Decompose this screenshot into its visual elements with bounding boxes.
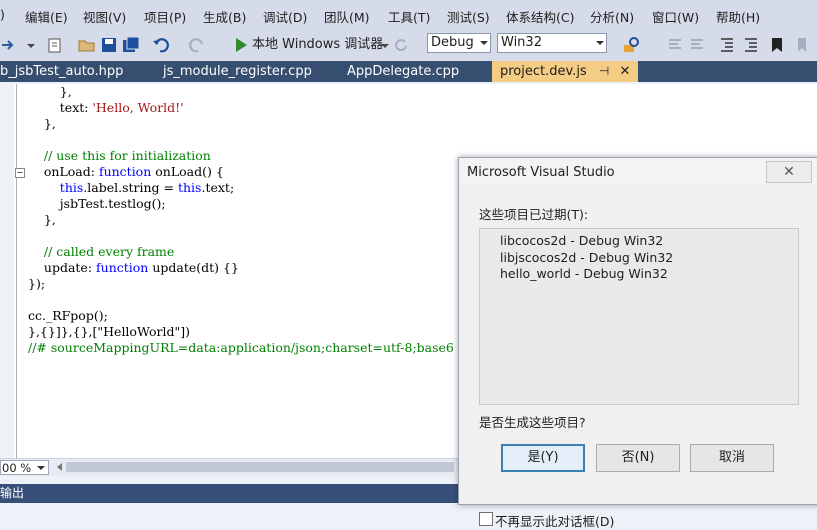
cancel-button[interactable]: 取消	[690, 444, 774, 472]
output-label: 输出	[0, 486, 25, 500]
code-line: },	[28, 84, 72, 99]
menu-item-tools[interactable]: 工具(T)	[388, 7, 430, 26]
dont-show-checkbox[interactable]	[479, 512, 493, 526]
dialog-close-button[interactable]: ✕	[766, 161, 812, 183]
code-line: cc._RFpop();	[28, 308, 108, 323]
toolbar: 本地 Windows 调试器 Debug Win32	[0, 29, 817, 62]
save-all-icon[interactable]	[122, 36, 140, 54]
outline-guide	[16, 84, 17, 458]
tab-js-module-register-cpp[interactable]: js_module_register.cpp	[163, 61, 312, 82]
menu-item-team[interactable]: 团队(M)	[324, 7, 370, 26]
decrease-indent-icon[interactable]	[718, 36, 736, 54]
code-line: this.label.string = this.text;	[59, 180, 235, 195]
tab-jsbtest-auto-hpp[interactable]: b_jsbTest_auto.hpp	[0, 61, 123, 82]
code-line: onLoad: function onLoad() {	[28, 164, 224, 179]
menu-item-partial[interactable]: )	[0, 7, 5, 22]
yes-button[interactable]: 是(Y)	[501, 444, 585, 472]
prev-bookmark-icon[interactable]	[792, 36, 810, 54]
increase-indent-icon[interactable]	[742, 36, 760, 54]
list-item[interactable]: libjscocos2d - Debug Win32	[500, 250, 673, 265]
zoom-select[interactable]: 00 %	[0, 460, 49, 475]
menu-item-project[interactable]: 项目(P)	[144, 7, 186, 26]
code-line: },	[28, 212, 56, 227]
no-button[interactable]: 否(N)	[596, 444, 680, 472]
menu-item-view[interactable]: 视图(V)	[83, 7, 126, 26]
code-line: // called every frame	[28, 244, 175, 259]
code-line: update: function update(dt) {}	[28, 260, 239, 275]
find-icon[interactable]	[622, 36, 640, 54]
dialog-body: 这些项目已过期(T): libcocos2d - Debug Win32 lib…	[459, 185, 816, 529]
code-line: text: 'Hello, World!'	[28, 100, 184, 115]
close-icon: ✕	[783, 164, 795, 180]
tab-label: project.dev.js	[500, 64, 587, 79]
redo-icon[interactable]	[188, 36, 206, 54]
dialog-title: Microsoft Visual Studio	[467, 165, 615, 180]
chevron-down-icon	[596, 41, 604, 45]
document-tabs: b_jsbTest_auto.hpp js_module_register.cp…	[0, 61, 817, 82]
menu-item-debug[interactable]: 调试(D)	[263, 7, 307, 26]
comment-out-icon[interactable]	[666, 36, 684, 54]
outdated-list-label: 这些项目已过期(T):	[479, 207, 589, 222]
forward-nav-icon[interactable]	[0, 36, 18, 54]
chevron-down-icon	[480, 41, 488, 45]
undo-icon[interactable]	[152, 36, 170, 54]
platform-select[interactable]: Win32	[497, 33, 607, 53]
close-icon[interactable]: ✕	[619, 64, 630, 79]
build-question: 是否生成这些项目?	[479, 415, 586, 430]
configuration-select[interactable]: Debug	[427, 33, 491, 53]
menu-item-architecture[interactable]: 体系结构(C)	[506, 7, 574, 26]
refresh-icon[interactable]	[392, 36, 410, 54]
start-debug-label[interactable]: 本地 Windows 调试器	[252, 37, 383, 53]
bookmark-icon[interactable]	[768, 36, 786, 54]
build-outdated-dialog: Microsoft Visual Studio ✕ 这些项目已过期(T): li…	[458, 157, 817, 529]
save-icon[interactable]	[100, 36, 118, 54]
outdated-projects-list[interactable]: libcocos2d - Debug Win32 libjscocos2d - …	[479, 228, 799, 405]
menu-bar: ) 编辑(E) 视图(V) 项目(P) 生成(B) 调试(D) 团队(M) 工具…	[0, 0, 817, 29]
menu-item-window[interactable]: 窗口(W)	[652, 7, 699, 26]
code-text: }, text: 'Hello, World!' }, // use this …	[28, 84, 454, 356]
dont-show-label[interactable]: 不再显示此对话框(D)	[495, 511, 614, 530]
code-line: jsbTest.testlog();	[28, 196, 166, 211]
horizontal-scrollbar-thumb[interactable]	[66, 462, 454, 472]
code-line: //# sourceMappingURL=data:application/js…	[28, 340, 454, 355]
new-project-icon[interactable]	[46, 36, 64, 54]
menu-item-edit[interactable]: 编辑(E)	[25, 7, 68, 26]
platform-value: Win32	[501, 35, 542, 50]
scroll-left-icon[interactable]	[57, 463, 62, 471]
editor-margin	[0, 84, 14, 458]
editor-bottom-bar: 00 %	[0, 458, 460, 476]
uncomment-icon[interactable]	[688, 36, 706, 54]
pin-icon[interactable]: ⊣	[599, 64, 609, 78]
menu-item-build[interactable]: 生成(B)	[203, 7, 246, 26]
menu-item-help[interactable]: 帮助(H)	[716, 7, 760, 26]
configuration-value: Debug	[431, 35, 474, 50]
code-line: // use this for initialization	[28, 148, 211, 163]
code-line: },{}]},{},["HelloWorld"])	[28, 324, 190, 339]
start-debug-icon[interactable]	[232, 36, 250, 54]
menu-item-analyze[interactable]: 分析(N)	[590, 7, 634, 26]
dropdown-arrow-icon[interactable]	[22, 36, 40, 54]
collapse-toggle-icon[interactable]: −	[15, 168, 25, 178]
menu-item-test[interactable]: 测试(S)	[447, 7, 490, 26]
open-file-icon[interactable]	[78, 36, 96, 54]
list-item[interactable]: libcocos2d - Debug Win32	[500, 233, 663, 248]
list-item[interactable]: hello_world - Debug Win32	[500, 266, 668, 281]
tab-project-dev-js[interactable]: project.dev.js ⊣ ✕	[492, 61, 639, 82]
chevron-down-icon	[37, 466, 45, 470]
code-line: },	[28, 116, 56, 131]
code-line: });	[28, 276, 46, 291]
zoom-value: 00 %	[2, 461, 32, 475]
tab-appdelegate-cpp[interactable]: AppDelegate.cpp	[347, 61, 459, 82]
